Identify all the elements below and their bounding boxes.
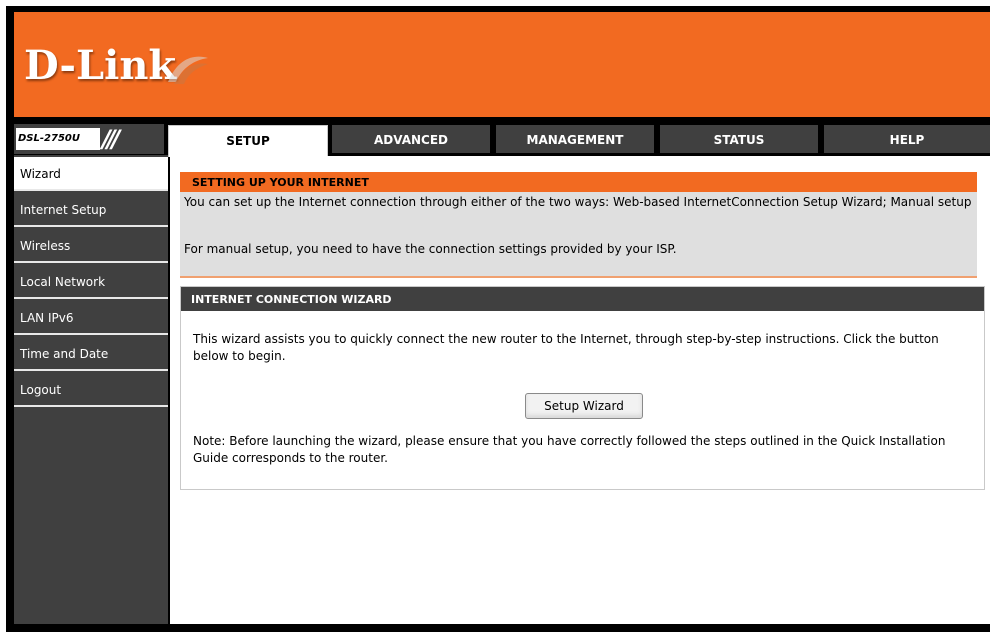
dlink-logo: D-Link bbox=[24, 42, 177, 89]
model-bar: DSL-2750U /// bbox=[14, 123, 164, 154]
tab-management[interactable]: MANAGEMENT bbox=[496, 125, 654, 153]
wizard-note: Note: Before launching the wizard, pleas… bbox=[193, 434, 946, 465]
sidebar-item-time-and-date[interactable]: Time and Date bbox=[14, 337, 168, 371]
sidebar-item-wizard[interactable]: Wizard bbox=[14, 157, 168, 191]
notice-title: SETTING UP YOUR INTERNET bbox=[180, 172, 977, 192]
sidebar-item-wireless[interactable]: Wireless bbox=[14, 229, 168, 263]
model-slashes: /// bbox=[102, 125, 120, 153]
tab-status[interactable]: STATUS bbox=[660, 125, 818, 153]
internet-connection-wizard-panel: INTERNET CONNECTION WIZARD This wizard a… bbox=[180, 286, 985, 490]
bottom-border bbox=[14, 624, 990, 632]
sidebar: Wizard Internet Setup Wireless Local Net… bbox=[14, 155, 168, 625]
header-banner: D-Link bbox=[14, 12, 990, 117]
setup-wizard-button[interactable]: Setup Wizard bbox=[525, 393, 643, 419]
model-name: DSL-2750U bbox=[16, 128, 100, 150]
notice-text-ways: You can set up the Internet connection t… bbox=[184, 195, 972, 209]
logo-swoosh-icon bbox=[168, 56, 208, 84]
setup-notice-box: SETTING UP YOUR INTERNET You can set up … bbox=[180, 172, 977, 278]
top-tabs: SETUP ADVANCED MANAGEMENT STATUS HELP bbox=[168, 123, 990, 157]
sidebar-item-internet-setup[interactable]: Internet Setup bbox=[14, 193, 168, 227]
wizard-title: INTERNET CONNECTION WIZARD bbox=[181, 287, 984, 311]
header-divider bbox=[14, 117, 990, 121]
notice-divider bbox=[180, 276, 977, 278]
tab-advanced[interactable]: ADVANCED bbox=[332, 125, 490, 153]
sidebar-item-local-network[interactable]: Local Network bbox=[14, 265, 168, 299]
tab-setup[interactable]: SETUP bbox=[168, 125, 328, 157]
tab-help[interactable]: HELP bbox=[824, 125, 990, 153]
sidebar-item-lan-ipv6[interactable]: LAN IPv6 bbox=[14, 301, 168, 335]
main-content: SETTING UP YOUR INTERNET You can set up … bbox=[170, 156, 990, 626]
wizard-description: This wizard assists you to quickly conne… bbox=[193, 332, 939, 363]
notice-text-manual: For manual setup, you need to have the c… bbox=[184, 242, 677, 256]
sidebar-item-logout[interactable]: Logout bbox=[14, 373, 168, 407]
